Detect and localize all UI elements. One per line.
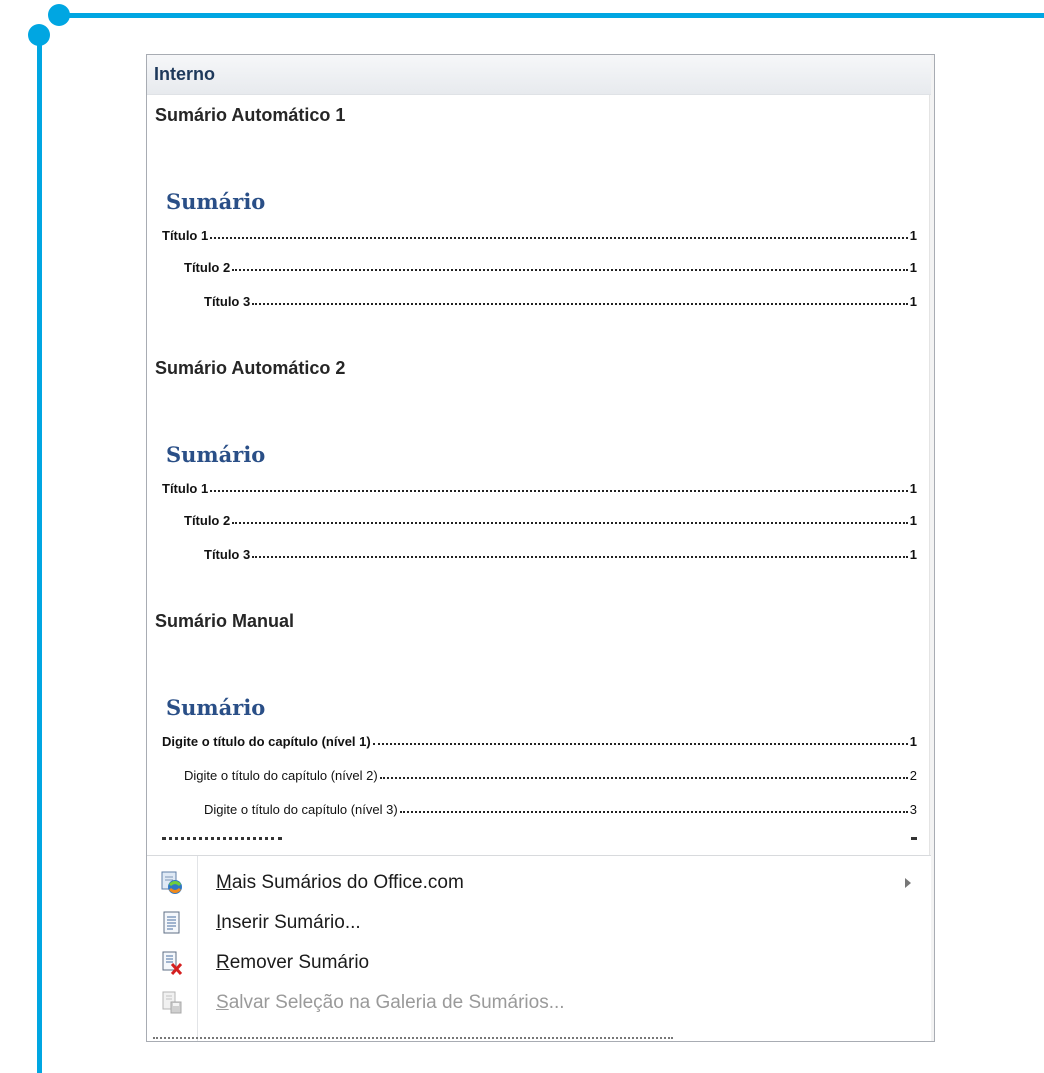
- toc-entry-page: 1: [909, 228, 917, 243]
- menu-item-label: Salvar Seleção na Galeria de Sumários...: [216, 992, 565, 1013]
- toc-preview-entry: Título 1 1: [162, 223, 917, 243]
- leader-dots: [252, 303, 908, 305]
- remove-toc-menu-item[interactable]: Remover Sumário: [147, 944, 931, 982]
- toc-preview-entry-clipped: [162, 837, 917, 847]
- toc-entry-label: Título 2: [184, 513, 231, 528]
- section-header-label: Interno: [154, 64, 215, 84]
- toc-entry-page: 1: [909, 513, 917, 528]
- leader-dots: [210, 237, 908, 239]
- frame-left-line: [37, 35, 42, 1073]
- toc-preview-entry: Título 3 1: [204, 542, 917, 562]
- frame-top-line: [56, 13, 1044, 18]
- toc-entry-label: Título 1: [162, 481, 209, 496]
- toc-entry-label: Título 3: [204, 547, 251, 562]
- leader-dots: [399, 811, 908, 813]
- insert-toc-menu-item[interactable]: Inserir Sumário...: [147, 904, 931, 942]
- menu-item-label: Inserir Sumário...: [216, 912, 361, 933]
- toc-preview-heading: Sumário: [166, 189, 266, 214]
- document-icon: [161, 911, 183, 935]
- toc-entry-page: 1: [909, 734, 917, 749]
- toc-preview-entry: Título 1 1: [162, 476, 917, 496]
- menu-item-label: Remover Sumário: [216, 952, 370, 973]
- toc-gallery-dropdown: Interno Sumário Automático 1 Sumário Tít…: [146, 54, 935, 1042]
- leader-dots: [372, 743, 908, 745]
- toc-preview-entry: Digite o título do capítulo (nível 1) 1: [162, 729, 917, 749]
- gallery-item-title: Sumário Automático 2: [155, 358, 346, 378]
- toc-entry-page: 1: [909, 481, 917, 496]
- office-globe-icon: [161, 871, 183, 895]
- toc-preview-heading: Sumário: [166, 695, 266, 720]
- toc-preview-entry: Título 2 1: [184, 255, 917, 275]
- leader-dots: [252, 556, 908, 558]
- leader-dots: [232, 522, 908, 524]
- more-office-toc-menu-item[interactable]: Mais Sumários do Office.com: [147, 864, 931, 902]
- toc-entry-label: Título 1: [162, 228, 209, 243]
- toc-entry-label: Título 2: [184, 260, 231, 275]
- remove-document-icon: [161, 951, 183, 976]
- toc-preview-entry: Digite o título do capítulo (nível 3) 3: [204, 797, 917, 817]
- toc-entry-page: 1: [909, 294, 917, 309]
- toc-preview-entry: Título 3 1: [204, 289, 917, 309]
- leader-dots: [232, 269, 908, 271]
- toc-entry-label: Digite o título do capítulo (nível 1): [162, 734, 371, 749]
- toc-entry-label: Título 3: [204, 294, 251, 309]
- toc-entry-page: 1: [909, 260, 917, 275]
- save-gallery-icon: [161, 991, 183, 1015]
- toc-entry-page: 2: [909, 768, 917, 783]
- gallery-section-header: Interno: [147, 55, 931, 95]
- frame-dot: [28, 24, 50, 46]
- submenu-arrow-icon: [905, 878, 911, 888]
- toc-entry-page: 3: [909, 802, 917, 817]
- toc-preview-heading: Sumário: [166, 442, 266, 467]
- frame-dot: [48, 4, 70, 26]
- menu-item-label: Mais Sumários do Office.com: [216, 872, 464, 893]
- save-selection-menu-item[interactable]: Salvar Seleção na Galeria de Sumários...: [147, 984, 931, 1022]
- toc-entry-page: 1: [909, 547, 917, 562]
- gallery-item-title: Sumário Manual: [155, 611, 295, 631]
- toc-entry-label: Digite o título do capítulo (nível 3): [204, 802, 398, 817]
- leader-dots: [379, 777, 908, 779]
- clipped-content-strip: [147, 1037, 931, 1041]
- toc-commands-menu: Mais Sumários do Office.com Inserir Sumá…: [147, 855, 931, 1041]
- leader-dots: [210, 490, 908, 492]
- toc-preview-entry: Título 2 1: [184, 508, 917, 528]
- toc-preview-entry: Digite o título do capítulo (nível 2) 2: [184, 763, 917, 783]
- toc-entry-label: Digite o título do capítulo (nível 2): [184, 768, 378, 783]
- gallery-item-title: Sumário Automático 1: [155, 105, 346, 125]
